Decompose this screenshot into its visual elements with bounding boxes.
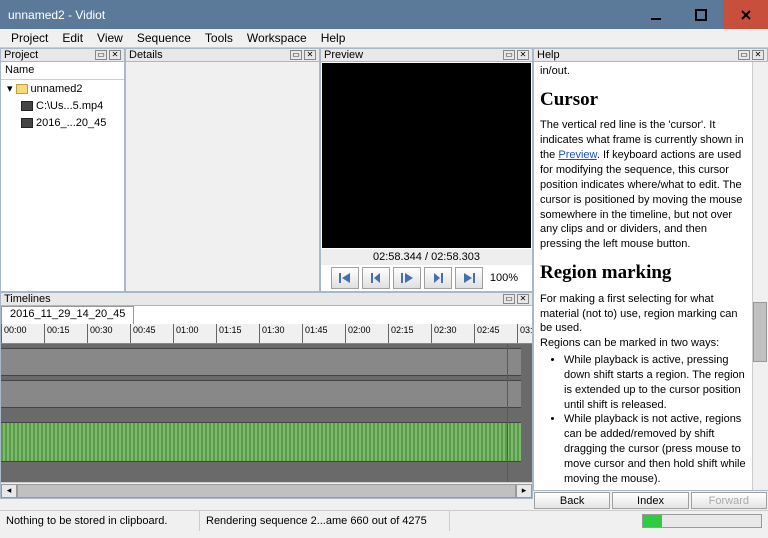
preview-timecode: 02:58.344 / 02:58.303 xyxy=(321,249,532,265)
menu-sequence[interactable]: Sequence xyxy=(130,31,198,45)
titlebar[interactable]: unnamed2 - Vidiot xyxy=(0,0,768,29)
panel-close-icon[interactable]: ✕ xyxy=(517,294,529,304)
video-track-1[interactable] xyxy=(1,348,521,376)
scroll-thumb[interactable] xyxy=(753,302,767,362)
preview-link[interactable]: Preview xyxy=(558,149,597,161)
goto-end-button[interactable] xyxy=(455,267,483,289)
timeline-ruler[interactable]: 00:00 00:15 00:30 00:45 01:00 01:15 01:30 01:45… xyxy=(1,324,532,344)
status-render: Rendering sequence 2...ame 660 out of 42… xyxy=(200,511,450,531)
audio-track[interactable] xyxy=(1,422,521,462)
ruler-tick: 02:30 xyxy=(431,324,432,343)
goto-start-button[interactable] xyxy=(331,267,359,289)
help-back-button[interactable]: Back xyxy=(534,492,610,509)
scroll-right-icon[interactable]: ▸ xyxy=(516,484,532,498)
preview-panel-title[interactable]: Preview ▭ ✕ xyxy=(320,48,533,62)
timeline-tabs: 2016_11_29_14_20_45 xyxy=(1,306,532,324)
tree-file-1[interactable]: C:\Us...5.mp4 xyxy=(1,97,124,114)
statusbar: Nothing to be stored in clipboard. Rende… xyxy=(0,510,768,531)
sequence-icon xyxy=(21,118,33,128)
help-forward-button: Forward xyxy=(691,492,767,509)
menu-workspace[interactable]: Workspace xyxy=(240,31,314,45)
menu-edit[interactable]: Edit xyxy=(55,31,90,45)
help-content[interactable]: in/out. Cursor The vertical red line is … xyxy=(533,62,768,490)
render-progress xyxy=(642,514,762,528)
help-panel-title[interactable]: Help ▭ ✕ xyxy=(533,48,768,62)
ruler-tick: 00:45 xyxy=(130,324,131,343)
maximize-button[interactable] xyxy=(678,0,723,29)
video-track-2[interactable] xyxy=(1,380,521,408)
step-forward-button[interactable] xyxy=(424,267,452,289)
menubar: Project Edit View Sequence Tools Workspa… xyxy=(0,29,768,48)
ruler-tick: 03:00 xyxy=(517,324,518,343)
panel-float-icon[interactable]: ▭ xyxy=(290,50,302,60)
menu-project[interactable]: Project xyxy=(4,31,55,45)
help-text: Regions can be marked in two ways: xyxy=(540,336,747,351)
ruler-tick: 01:45 xyxy=(302,324,303,343)
help-text: in/out. xyxy=(540,64,747,79)
project-tree: Name ▾ unnamed2 C:\Us...5.mp4 2016_...20… xyxy=(0,62,125,292)
scroll-thumb[interactable] xyxy=(17,484,516,498)
close-button[interactable] xyxy=(723,0,768,29)
panel-close-icon[interactable]: ✕ xyxy=(752,50,764,60)
folder-icon xyxy=(16,84,28,94)
ruler-tick: 02:15 xyxy=(388,324,389,343)
panel-float-icon[interactable]: ▭ xyxy=(503,294,515,304)
timeline-tracks[interactable] xyxy=(1,344,532,482)
scroll-left-icon[interactable]: ◂ xyxy=(1,484,17,498)
help-index-button[interactable]: Index xyxy=(612,492,688,509)
preview-video[interactable] xyxy=(322,63,531,248)
ruler-tick: 01:30 xyxy=(259,324,260,343)
minimize-button[interactable] xyxy=(633,0,678,29)
ruler-tick: 02:45 xyxy=(474,324,475,343)
details-body xyxy=(125,62,320,292)
help-text: For making a first selecting for what ma… xyxy=(540,292,747,337)
ruler-tick: 00:00 xyxy=(1,324,2,343)
ruler-tick: 00:15 xyxy=(44,324,45,343)
menu-tools[interactable]: Tools xyxy=(198,31,240,45)
panel-float-icon[interactable]: ▭ xyxy=(503,50,515,60)
ruler-tick: 00:30 xyxy=(87,324,88,343)
step-back-button[interactable] xyxy=(362,267,390,289)
play-button[interactable] xyxy=(393,267,421,289)
help-list-item: While playback is not active, regions ca… xyxy=(564,412,747,486)
tree-root[interactable]: ▾ unnamed2 xyxy=(1,80,124,97)
column-name[interactable]: Name xyxy=(1,62,124,80)
timeline-scrollbar[interactable]: ◂ ▸ xyxy=(1,482,532,498)
details-panel-title[interactable]: Details ▭ ✕ xyxy=(125,48,320,62)
help-heading-region: Region marking xyxy=(540,260,747,286)
panel-float-icon[interactable]: ▭ xyxy=(95,50,107,60)
panel-close-icon[interactable]: ✕ xyxy=(517,50,529,60)
panel-close-icon[interactable]: ✕ xyxy=(109,50,121,60)
preview-zoom[interactable]: 100% xyxy=(486,272,522,284)
clip-icon xyxy=(21,101,33,111)
cursor-line[interactable] xyxy=(507,344,508,482)
tree-file-2[interactable]: 2016_...20_45 xyxy=(1,114,124,131)
ruler-tick: 01:00 xyxy=(173,324,174,343)
help-text: The vertical red line is the 'cursor'. I… xyxy=(540,118,747,252)
timeline-tab[interactable]: 2016_11_29_14_20_45 xyxy=(1,306,134,324)
panel-close-icon[interactable]: ✕ xyxy=(304,50,316,60)
timelines-panel-title[interactable]: Timelines ▭ ✕ xyxy=(0,292,533,306)
help-scrollbar[interactable] xyxy=(752,62,768,490)
help-list-item: While playback is active, pressing down … xyxy=(564,353,747,412)
menu-view[interactable]: View xyxy=(90,31,130,45)
help-heading-cursor: Cursor xyxy=(540,87,747,113)
panel-float-icon[interactable]: ▭ xyxy=(738,50,750,60)
ruler-tick: 01:15 xyxy=(216,324,217,343)
menu-help[interactable]: Help xyxy=(314,31,353,45)
ruler-tick: 02:00 xyxy=(345,324,346,343)
project-panel-title[interactable]: Project ▭ ✕ xyxy=(0,48,125,62)
window-title: unnamed2 - Vidiot xyxy=(8,8,633,22)
status-clipboard: Nothing to be stored in clipboard. xyxy=(0,511,200,531)
